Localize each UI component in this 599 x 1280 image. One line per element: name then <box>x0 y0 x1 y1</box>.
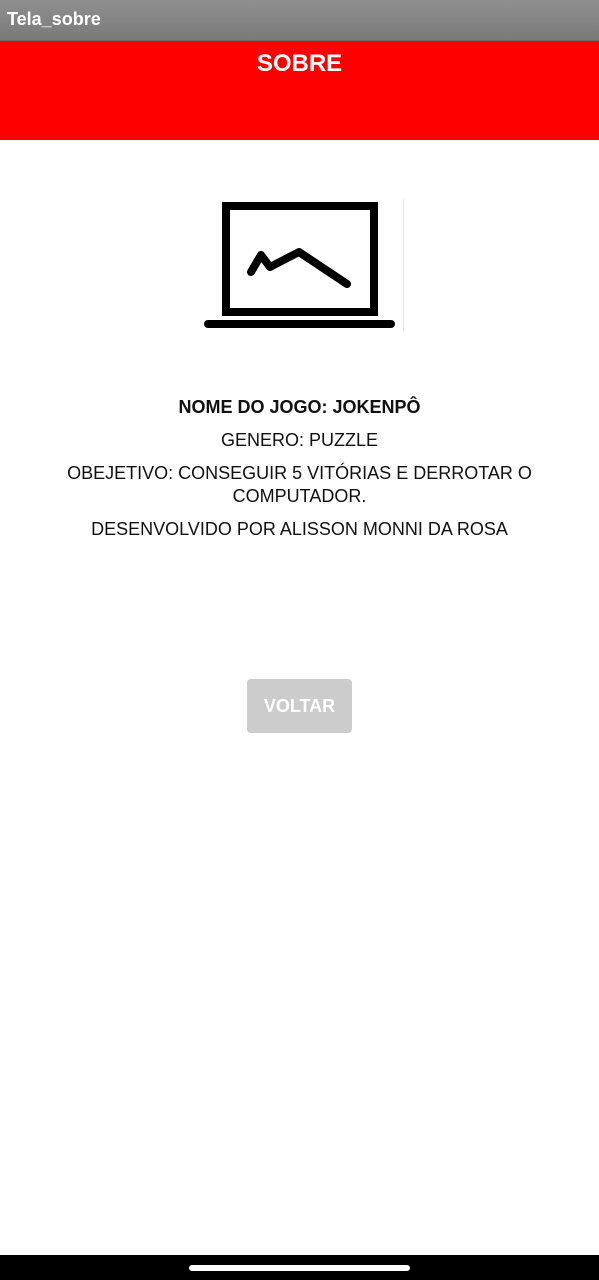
window-title: Tela_sobre <box>7 9 101 29</box>
header-banner: SOBRE <box>0 41 599 140</box>
system-nav-bar <box>0 1255 599 1280</box>
home-indicator[interactable] <box>189 1265 410 1271</box>
back-button[interactable]: VOLTAR <box>247 679 352 733</box>
title-bar: Tela_sobre <box>0 0 599 41</box>
game-info: NOME DO JOGO: JOKENPÔ GENERO: PUZZLE OBE… <box>50 396 549 551</box>
objective-text: OBEJETIVO: CONSEGUIR 5 VITÓRIAS E DERROT… <box>67 463 532 506</box>
laptop-chart-icon <box>199 197 405 333</box>
developer-text: DESENVOLVIDO POR ALISSON MONNI DA ROSA <box>91 519 508 539</box>
genre-text: GENERO: PUZZLE <box>220 430 379 450</box>
game-name-text: NOME DO JOGO: JOKENPÔ <box>178 397 421 417</box>
page-title: SOBRE <box>256 50 343 77</box>
